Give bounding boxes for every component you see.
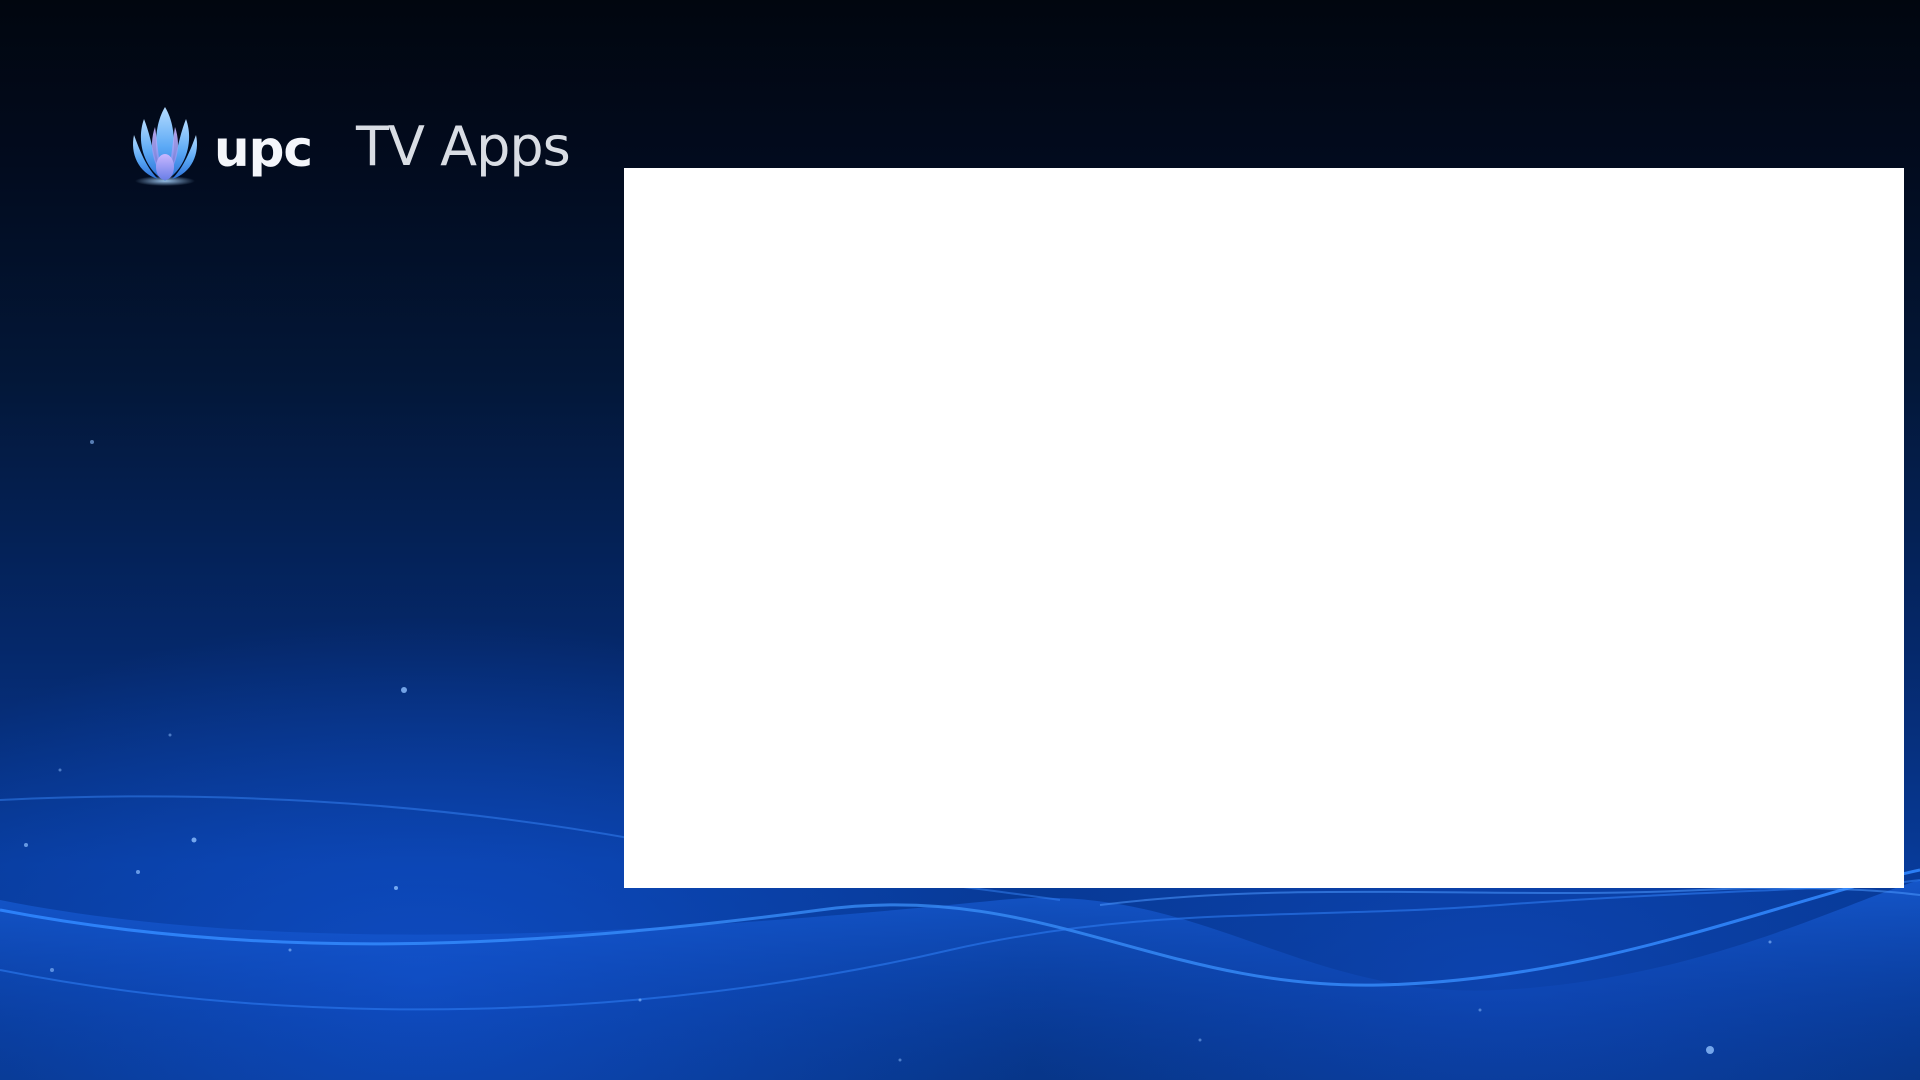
app-content-panel[interactable] bbox=[624, 168, 1904, 888]
tv-apps-screen: upc TV Apps bbox=[0, 0, 1920, 1080]
page-title: TV Apps bbox=[356, 115, 571, 178]
header-brand: upc TV Apps bbox=[128, 104, 571, 188]
brand-logo-text: upc bbox=[214, 120, 313, 178]
upc-lotus-logo-icon bbox=[133, 107, 197, 186]
